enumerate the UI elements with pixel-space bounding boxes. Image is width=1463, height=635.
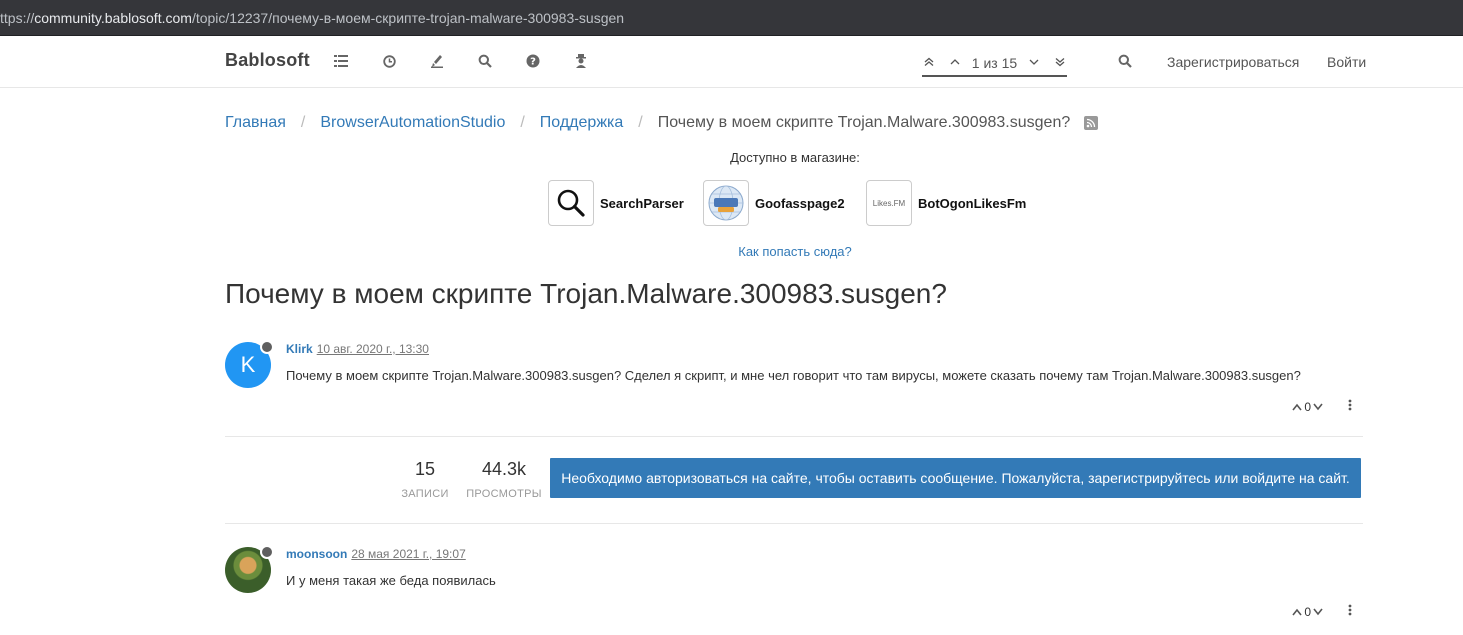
vote-count: 0 (1304, 605, 1311, 619)
post-timestamp[interactable]: 28 мая 2021 г., 19:07 (351, 547, 465, 561)
how-to-get-here-link[interactable]: Как попасть сюда? (0, 244, 1463, 259)
goofasspage2-thumb (703, 180, 749, 226)
url-path: /topic/12237/почему-в-моем-скрипте-troja… (191, 9, 625, 26)
breadcrumb-separator: / (638, 114, 643, 131)
shop-item-botogonlikesfm[interactable]: Likes.FM BotOgonLikesFm (866, 180, 1026, 226)
shop-label: Доступно в магазине: (730, 150, 860, 165)
shop-item-goofasspage2[interactable]: Goofasspage2 (703, 180, 845, 226)
divider (225, 523, 1363, 524)
post-content: И у меня такая же беда появилась (286, 573, 496, 588)
post-item: K Klirk 10 авг. 2020 г., 13:30 Почему в м… (225, 340, 1363, 422)
upvote-icon[interactable] (1292, 400, 1302, 414)
url-prefix: ttps:// (0, 9, 35, 26)
globe-logo-icon (708, 185, 744, 221)
rss-icon[interactable] (1084, 116, 1099, 130)
divider (225, 436, 1363, 437)
brand-logo[interactable]: Bablosoft (225, 50, 310, 71)
post-pager: 1 из 15 (922, 51, 1067, 77)
post-author[interactable]: Klirk (286, 342, 313, 356)
downvote-icon[interactable] (1313, 400, 1323, 414)
help-icon[interactable]: ? (525, 53, 541, 69)
shop-item-name: Goofasspage2 (755, 195, 845, 211)
stat-views-count: 44.3k (481, 459, 527, 479)
clock-icon[interactable] (381, 53, 397, 69)
breadcrumb-current: Почему в моем скрипте Trojan.Malware.300… (657, 114, 1071, 131)
url-host: community.bablosoft.com (34, 9, 192, 26)
post-menu-icon[interactable] (1345, 604, 1355, 616)
vote-count: 0 (1304, 400, 1311, 414)
header-search-icon[interactable] (1118, 54, 1132, 73)
shop-item-name: BotOgonLikesFm (918, 195, 1027, 211)
magnifier-icon (557, 189, 585, 217)
login-to-reply-button[interactable]: Необходимо авторизоваться на сайте, чтоб… (550, 458, 1361, 498)
post-content: Почему в моем скрипте Trojan.Malware.300… (286, 368, 1301, 383)
prev-page-icon[interactable] (948, 57, 962, 70)
breadcrumb-category[interactable]: BrowserAutomationStudio (320, 114, 505, 132)
post-author[interactable]: moonsoon (286, 547, 347, 561)
first-page-icon[interactable] (922, 57, 936, 70)
stat-views: 44.3k ПРОСМОТРЫ (465, 459, 543, 500)
status-offline-dot (260, 340, 274, 354)
post-timestamp[interactable]: 10 авг. 2020 г., 13:30 (317, 342, 429, 356)
breadcrumb: Главная / BrowserAutomationStudio / Подд… (225, 114, 1099, 132)
users-icon[interactable] (573, 53, 589, 69)
svg-text:?: ? (530, 57, 536, 68)
post-menu-icon[interactable] (1345, 399, 1355, 411)
stat-posts-label: ЗАПИСИ (401, 488, 449, 500)
stat-views-label: ПРОСМОТРЫ (466, 488, 542, 500)
breadcrumb-subcategory[interactable]: Поддержка (540, 114, 623, 132)
shop-item-searchparser[interactable]: SearchParser (548, 180, 684, 226)
fire-icon[interactable] (429, 53, 445, 69)
list-icon[interactable] (333, 53, 349, 69)
upvote-icon[interactable] (1292, 605, 1302, 619)
stat-posts: 15 ЗАПИСИ (398, 459, 452, 500)
login-link[interactable]: Войти (1327, 54, 1366, 70)
browser-url-bar[interactable]: ttps://community.bablosoft.com/topic/122… (0, 0, 1463, 36)
breadcrumb-separator: / (520, 114, 525, 131)
next-page-icon[interactable] (1027, 57, 1041, 70)
post-votes: 0 (1292, 400, 1323, 414)
nav-icons: ? (333, 53, 621, 69)
downvote-icon[interactable] (1313, 605, 1323, 619)
status-offline-dot (260, 545, 274, 559)
topic-title: Почему в моем скрипте Trojan.Malware.300… (225, 278, 947, 309)
pager-text[interactable]: 1 из 15 (962, 55, 1027, 71)
breadcrumb-separator: / (300, 114, 306, 131)
forum-navbar: Bablosoft ? 1 из 15 Зарегистрироваться В… (0, 36, 1463, 88)
post-votes: 0 (1292, 605, 1323, 619)
botogonlikesfm-thumb: Likes.FM (866, 180, 912, 226)
post-meta: Klirk 10 авг. 2020 г., 13:30 (286, 342, 429, 356)
last-page-icon[interactable] (1053, 57, 1067, 70)
search-icon[interactable] (477, 53, 493, 69)
breadcrumb-home[interactable]: Главная (225, 114, 286, 132)
searchparser-thumb (548, 180, 594, 226)
post-item: moonsoon 28 мая 2021 г., 19:07 И у меня т… (225, 545, 1363, 627)
stat-posts-count: 15 (414, 459, 436, 479)
post-meta: moonsoon 28 мая 2021 г., 19:07 (286, 547, 466, 561)
shop-item-name: SearchParser (600, 195, 684, 211)
register-link[interactable]: Зарегистрироваться (1167, 54, 1299, 70)
